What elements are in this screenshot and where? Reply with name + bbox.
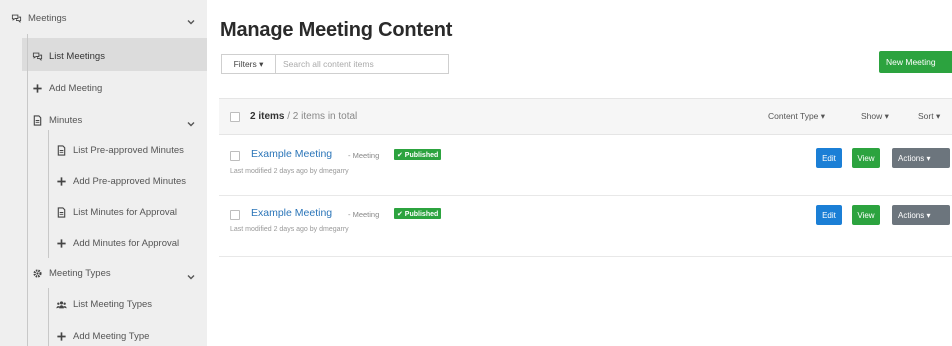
chevron-down-icon[interactable] <box>186 269 196 280</box>
sidebar-item-add-meeting[interactable]: Add Meeting <box>31 82 102 94</box>
item-meta: Last modified 2 days ago by dmegarry <box>230 168 349 175</box>
tree-line <box>48 288 49 346</box>
list-item <box>219 136 952 196</box>
chat-bubbles-icon <box>10 12 22 24</box>
content-type-dropdown[interactable]: Content Type ▾ <box>768 111 825 122</box>
item-type: - Meeting <box>348 210 380 219</box>
actions-dropdown[interactable]: Actions ▾ <box>892 205 950 225</box>
new-meeting-button[interactable]: New Meeting <box>879 51 952 73</box>
view-button[interactable]: View <box>852 148 880 168</box>
sort-dropdown[interactable]: Sort ▾ <box>918 111 940 122</box>
users-icon <box>55 298 67 310</box>
sidebar-item-label: Add Minutes for Approval <box>73 237 180 249</box>
sidebar-item-list-meeting-types[interactable]: List Meeting Types <box>55 298 152 310</box>
sidebar-item-label: List Meetings <box>49 50 105 62</box>
plus-icon <box>55 237 67 249</box>
plus-icon <box>55 175 67 187</box>
sidebar-item-minutes[interactable]: Minutes <box>31 114 82 126</box>
page-title: Manage Meeting Content <box>220 19 453 41</box>
sidebar-item-label: List Minutes for Approval <box>73 206 178 218</box>
sidebar-item-add-minutes-for-approval[interactable]: Add Minutes for Approval <box>55 237 179 249</box>
search-input[interactable] <box>275 54 449 74</box>
item-count-total: / 2 items in total <box>284 111 358 122</box>
item-title-link[interactable]: Example Meeting <box>251 148 332 160</box>
sidebar-item-label: List Pre-approved Minutes <box>73 144 184 156</box>
filters-dropdown[interactable]: Filters ▾ <box>221 54 275 74</box>
gear-icon <box>31 267 43 279</box>
edit-button[interactable]: Edit <box>816 205 842 225</box>
edit-button[interactable]: Edit <box>816 148 842 168</box>
sidebar-item-label: Minutes <box>49 114 83 126</box>
status-badge: ✔ Published <box>394 149 442 160</box>
item-checkbox[interactable] <box>230 151 240 161</box>
document-icon <box>31 114 43 126</box>
select-all-checkbox[interactable] <box>230 112 240 122</box>
sidebar-item-label: Meetings <box>28 12 67 24</box>
document-icon <box>55 144 67 156</box>
sidebar-item-list-preapproved-minutes[interactable]: List Pre-approved Minutes <box>55 144 184 156</box>
item-type: - Meeting <box>348 151 380 160</box>
chat-bubbles-icon <box>31 50 43 62</box>
item-title-link[interactable]: Example Meeting <box>251 207 332 219</box>
sidebar-item-label: List Meeting Types <box>73 298 153 310</box>
item-checkbox[interactable] <box>230 210 240 220</box>
tree-line <box>27 34 28 346</box>
actions-dropdown[interactable]: Actions ▾ <box>892 148 950 168</box>
status-badge: ✔ Published <box>394 208 442 219</box>
sidebar-item-label: Add Pre-approved Minutes <box>73 175 187 187</box>
sidebar-item-list-meetings[interactable]: List Meetings <box>31 50 105 62</box>
sidebar-item-list-minutes-for-approval[interactable]: List Minutes for Approval <box>55 206 177 218</box>
chevron-down-icon[interactable] <box>186 14 196 25</box>
sidebar-item-label: Add Meeting Type <box>73 330 150 342</box>
sidebar-item-meeting-types[interactable]: Meeting Types <box>31 267 111 279</box>
sidebar-item-meetings[interactable]: Meetings <box>10 12 67 24</box>
plus-icon <box>55 330 67 342</box>
sidebar-item-label: Meeting Types <box>49 267 111 279</box>
sidebar-item-label: Add Meeting <box>49 82 103 94</box>
item-meta: Last modified 2 days ago by dmegarry <box>230 226 349 233</box>
sidebar-item-add-meeting-type[interactable]: Add Meeting Type <box>55 330 149 342</box>
document-icon <box>55 206 67 218</box>
sidebar: Meetings List Meetings Add Meeting Minut… <box>0 0 207 346</box>
chevron-down-icon[interactable] <box>186 116 196 127</box>
item-count-bold: 2 items <box>250 111 285 122</box>
plus-icon <box>31 82 43 94</box>
show-dropdown[interactable]: Show ▾ <box>861 111 889 122</box>
item-count: 2 items / 2 items in total <box>250 111 357 122</box>
view-button[interactable]: View <box>852 205 880 225</box>
tree-line <box>48 130 49 258</box>
sidebar-item-add-preapproved-minutes[interactable]: Add Pre-approved Minutes <box>55 175 186 187</box>
